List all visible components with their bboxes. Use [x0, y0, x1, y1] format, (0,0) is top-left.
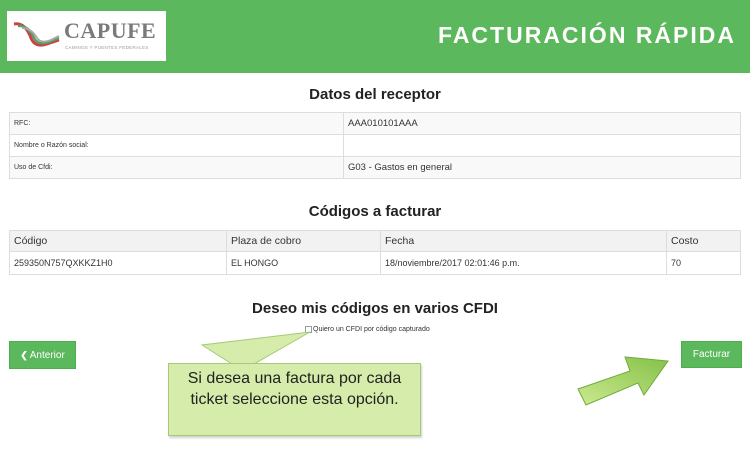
- table-row: Uso de Cfdi: G03 - Gastos en general: [9, 156, 741, 179]
- razon-social-value: [343, 134, 741, 157]
- codigos-title: Códigos a facturar: [308, 203, 442, 220]
- help-callout: Si desea una factura por cada ticket sel…: [168, 363, 421, 436]
- header-bar: CAPUFE CAMINOS Y PUENTES FEDERALES FACTU…: [0, 0, 750, 73]
- cfdi-checkbox[interactable]: [305, 326, 312, 333]
- cfdi-checkbox-row[interactable]: Quiero un CFDI por código capturado: [305, 326, 430, 333]
- cell-costo: 70: [666, 251, 741, 275]
- anterior-button[interactable]: ❮ Anterior: [9, 341, 76, 369]
- uso-cfdi-value: G03 - Gastos en general: [343, 156, 741, 179]
- cell-fecha: 18/noviembre/2017 02:01:46 p.m.: [380, 251, 667, 275]
- chevron-left-icon: ❮: [20, 349, 28, 360]
- cfdi-checkbox-label[interactable]: Quiero un CFDI por código capturado: [313, 326, 430, 333]
- logo-subtext: CAMINOS Y PUENTES FEDERALES: [65, 45, 149, 50]
- rfc-value: AAA010101AAA: [343, 112, 741, 135]
- anterior-label: Anterior: [29, 349, 65, 361]
- cell-plaza: EL HONGO: [226, 251, 381, 275]
- receptor-table: RFC: AAA010101AAA Nombre o Razón social:…: [9, 112, 741, 179]
- logo-emblem-icon: [13, 22, 60, 47]
- codigos-table: Código Plaza de cobro Fecha Costo 259350…: [9, 230, 741, 275]
- rfc-label: RFC:: [9, 112, 344, 135]
- table-row: Nombre o Razón social:: [9, 134, 741, 157]
- column-header-costo: Costo: [666, 230, 741, 252]
- receptor-title: Datos del receptor: [309, 86, 441, 103]
- callout-text: Si desea una factura por cada ticket sel…: [187, 370, 402, 408]
- logo: CAPUFE CAMINOS Y PUENTES FEDERALES: [7, 11, 166, 61]
- table-header-row: Código Plaza de cobro Fecha Costo: [9, 230, 741, 252]
- column-header-plaza: Plaza de cobro: [226, 230, 381, 252]
- logo-text: CAPUFE: [64, 18, 157, 43]
- table-row: 259350N757QXKKZ1H0 EL HONGO 18/noviembre…: [9, 251, 741, 275]
- pointing-arrow-icon: [577, 356, 669, 406]
- facturar-button[interactable]: Facturar: [681, 341, 742, 368]
- column-header-codigo: Código: [9, 230, 227, 252]
- razon-social-label: Nombre o Razón social:: [9, 134, 344, 157]
- uso-cfdi-label: Uso de Cfdi:: [9, 156, 344, 179]
- facturar-label: Facturar: [692, 349, 731, 360]
- table-row: RFC: AAA010101AAA: [9, 112, 741, 135]
- cell-codigo: 259350N757QXKKZ1H0: [9, 251, 227, 275]
- cfdi-title: Deseo mis códigos en varios CFDI: [252, 300, 498, 317]
- page-title: FACTURACIÓN RÁPIDA: [438, 22, 736, 48]
- column-header-fecha: Fecha: [380, 230, 667, 252]
